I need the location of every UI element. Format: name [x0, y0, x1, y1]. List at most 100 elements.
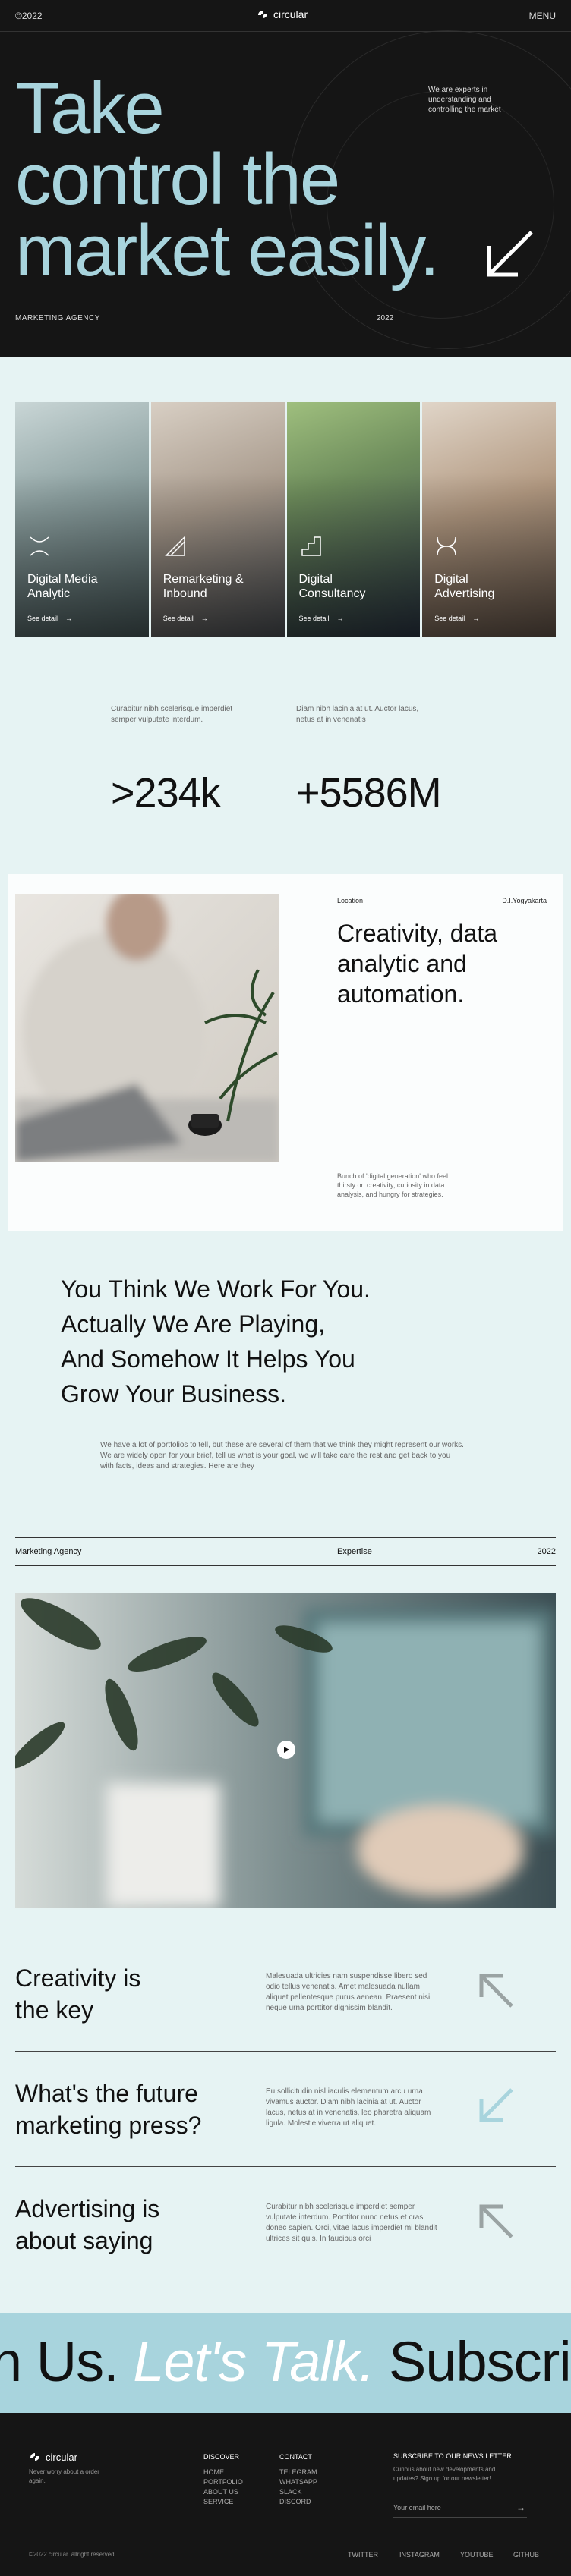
creativity-description: Bunch of 'digital generation' who feel t…	[337, 1172, 449, 1198]
header-year: ©2022	[15, 11, 43, 21]
footer-tagline: Never worry about a order again.	[29, 2468, 99, 2484]
play-button[interactable]	[277, 1741, 295, 1759]
newsletter-title: SUBSCRIBE TO OUR NEWS LETTER	[393, 2452, 512, 2460]
social-youtube[interactable]: YOUTUBE	[460, 2551, 494, 2559]
play-icon	[284, 1747, 289, 1753]
arrow-right-icon: →	[65, 615, 73, 622]
marquee-part-2: Let's Talk.	[133, 2330, 374, 2393]
see-detail-link[interactable]: See detail →	[163, 615, 208, 622]
footer-link-slack[interactable]: SLACK	[279, 2487, 317, 2497]
service-title: Digital Consultancy	[298, 573, 366, 600]
circular-logo-icon	[258, 11, 267, 18]
arrow-down-left-icon[interactable]	[475, 2085, 516, 2126]
topic-row[interactable]: What's the future marketing press? Eu sol…	[15, 2053, 556, 2167]
divider	[15, 2051, 556, 2052]
footer-brand-name: circular	[46, 2451, 77, 2463]
marquee-part-3: Subscrib	[388, 2330, 571, 2393]
x-shape-icon	[30, 536, 49, 556]
think-line-4: Grow Your Business.	[61, 1380, 287, 1408]
stairs-icon	[301, 536, 321, 556]
email-input[interactable]: Your email here	[393, 2501, 527, 2518]
arrow-up-left-icon[interactable]	[475, 2200, 516, 2241]
service-card-advertising[interactable]: Digital Advertising See detail →	[422, 402, 556, 637]
copyright: ©2022 circular. allright reserved	[29, 2551, 115, 2558]
footer-logo[interactable]: circular	[29, 2451, 77, 2463]
stat-note-1: Curabitur nibh scelerisque imperdiet sem…	[111, 705, 233, 724]
brand-name: circular	[273, 8, 308, 20]
service-card-remarketing[interactable]: Remarketing & Inbound See detail →	[150, 402, 285, 637]
office-photo-illustration	[15, 894, 279, 1162]
service-title: Digital Advertising	[434, 573, 495, 600]
arrow-right-icon: →	[472, 615, 480, 622]
hero-headline-line2: control the	[15, 139, 340, 220]
location-label: Location	[337, 897, 364, 904]
see-detail-link[interactable]: See detail →	[299, 615, 344, 622]
stat-note-2: Diam nibh lacinia at ut. Auctor lacus, n…	[296, 705, 419, 724]
topic-row[interactable]: Advertising is about saying Curabitur nib…	[15, 2169, 556, 2282]
service-card-consultancy[interactable]: Digital Consultancy See detail →	[286, 402, 421, 637]
marquee-text: n Us. Let's Talk. Subscrib	[0, 2328, 571, 2396]
image-shade	[15, 402, 149, 637]
footer-link-telegram[interactable]: TELEGRAM	[279, 2467, 317, 2477]
arrow-right-icon: →	[200, 615, 208, 622]
menu-button[interactable]: MENU	[529, 11, 556, 21]
newsletter-text: Curious about new developments and updat…	[393, 2466, 496, 2482]
arrow-up-left-icon[interactable]	[475, 1970, 516, 2011]
think-line-2: Actually We Are Playing,	[61, 1310, 326, 1338]
page: ©2022 circular MENU Take control the mar…	[0, 0, 571, 2576]
see-detail-link[interactable]: See detail →	[434, 615, 479, 622]
footer-link-discord[interactable]: DISCORD	[279, 2497, 317, 2507]
creativity-heading: Creativity, data analytic and automation…	[337, 920, 498, 1008]
newsletter: SUBSCRIBE TO OUR NEWS LETTER Curious abo…	[393, 2452, 538, 2483]
footer-link-portfolio[interactable]: PORTFOLIO	[203, 2477, 243, 2487]
info-bar: Marketing Agency Expertise 2022	[15, 1537, 556, 1566]
topic-text: Eu sollicitudin nisl iaculis elementum a…	[266, 2087, 431, 2128]
think-paragraph: We have a lot of portfolios to tell, but…	[100, 1441, 464, 1470]
creativity-card: Location D.I.Yogyakarta Creativity, data…	[8, 874, 563, 1231]
footer-discover-title: DISCOVER	[203, 2453, 240, 2461]
think-heading: You Think We Work For You. Actually We A…	[61, 1272, 486, 1411]
image-shade	[150, 402, 285, 637]
social-instagram[interactable]: INSTAGRAM	[399, 2551, 440, 2559]
info-bar-center: Expertise	[337, 1547, 372, 1556]
footer-link-whatsapp[interactable]: WHATSAPP	[279, 2477, 317, 2487]
topic-title: What's the future marketing press?	[15, 2080, 202, 2139]
footer: circular Never worry about a order again…	[0, 2413, 571, 2576]
hero-headline-line1: Take	[15, 68, 165, 149]
social-github[interactable]: GITHUB	[513, 2551, 539, 2559]
topic-title: Creativity is the key	[15, 1964, 141, 2024]
image-shade	[422, 402, 556, 637]
footer-contact: CONTACT TELEGRAM WHATSAPP SLACK DISCORD	[279, 2452, 317, 2507]
circular-logo-icon	[30, 2453, 39, 2461]
topic-row[interactable]: Creativity is the key Malesuada ultricies…	[15, 1938, 556, 2052]
triangle-icon	[164, 536, 185, 556]
service-card-digital-media[interactable]: Digital Media Analytic See detail →	[15, 402, 149, 637]
image-shade	[286, 402, 421, 637]
top-nav: ©2022 circular MENU	[0, 0, 571, 32]
topic-text: Malesuada ultricies nam suspendisse libe…	[266, 1972, 431, 2012]
footer-link-about[interactable]: ABOUT US	[203, 2487, 243, 2497]
stat-value-1: >234k	[111, 770, 221, 816]
brand-logo[interactable]: circular	[257, 8, 308, 20]
think-line-1: You Think We Work For You.	[61, 1275, 371, 1303]
hero-year-label: 2022	[377, 314, 394, 322]
featured-video[interactable]	[15, 1593, 556, 1908]
hero-agency-label: MARKETING AGENCY	[15, 314, 100, 322]
think-line-3: And Somehow It Helps You	[61, 1345, 355, 1373]
footer-link-home[interactable]: HOME	[203, 2467, 243, 2477]
location-city: D.I.Yogyakarta	[502, 897, 547, 904]
arrow-right-icon[interactable]: →	[516, 2502, 525, 2513]
see-detail-link[interactable]: See detail →	[27, 615, 72, 622]
hero-tagline: We are experts in understanding and cont…	[428, 86, 501, 114]
service-title: Digital Media Analytic	[27, 573, 98, 600]
arrow-down-left-icon	[487, 231, 533, 277]
info-bar-right: 2022	[537, 1547, 556, 1556]
divider	[15, 2166, 556, 2167]
social-twitter[interactable]: TWITTER	[348, 2551, 378, 2559]
services-grid: Digital Media Analytic See detail → Remark…	[15, 402, 556, 637]
topic-text: Curabitur nibh scelerisque imperdiet sem…	[266, 2203, 437, 2243]
marquee-part-1: n Us.	[0, 2330, 119, 2393]
service-title: Remarketing & Inbound	[162, 573, 244, 600]
footer-link-service[interactable]: SERVICE	[203, 2497, 243, 2507]
hero-section: ©2022 circular MENU Take control the mar…	[0, 0, 571, 357]
